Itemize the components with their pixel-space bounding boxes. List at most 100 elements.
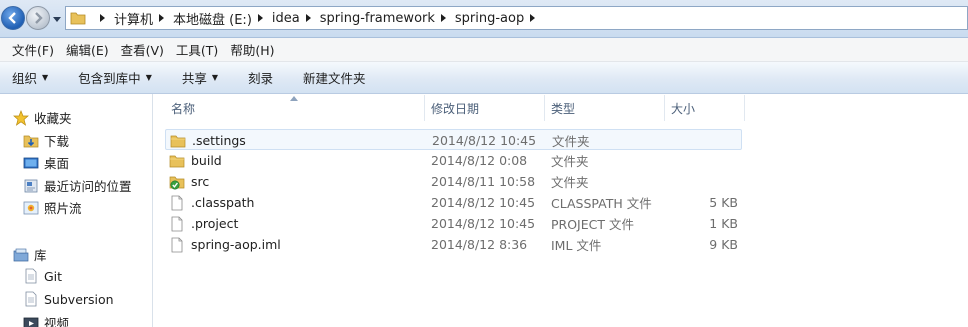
file-date: 2014/8/12 0:08 [431,153,528,168]
nav-videos[interactable]: 视频 [23,313,69,327]
column-header-size[interactable]: 大小 [665,95,745,121]
chevron-right-icon[interactable] [528,14,536,22]
menu-file[interactable]: 文件(F) [12,40,54,59]
breadcrumb-local-disk[interactable]: 本地磁盘 (E:) [173,9,252,28]
file-row-classpath[interactable]: .classpath 2014/8/12 10:45 CLASSPATH 文件 … [165,192,742,213]
chevron-right-icon[interactable] [256,14,264,22]
nav-libraries[interactable]: 库 [13,245,47,264]
include-in-library-button[interactable]: 包含到库中 ▼ [78,68,152,87]
column-header-type[interactable]: 类型 [545,95,665,121]
file-row-project[interactable]: .project 2014/8/12 10:45 PROJECT 文件 1 KB [165,213,742,234]
nav-git-label: Git [44,268,63,284]
nav-recent-places-label: 最近访问的位置 [44,179,132,194]
nav-favorites[interactable]: 收藏夹 [13,108,72,127]
document-library-icon [25,268,37,284]
file-name-cell: .settings [170,130,246,151]
forward-button[interactable] [26,6,50,30]
breadcrumb-spring-framework[interactable]: spring-framework [320,11,435,26]
folder-icon [169,155,185,167]
burn-button[interactable]: 刻录 [248,68,273,87]
chevron-right-icon[interactable] [439,14,447,22]
nav-subversion[interactable]: Subversion [23,291,114,307]
chevron-right-icon[interactable] [304,14,312,22]
nav-photo-stream-label: 照片流 [44,201,82,216]
back-button[interactable] [1,6,25,30]
file-date: 2014/8/12 8:36 [431,237,528,252]
arrow-right-icon [35,12,43,24]
organize-label: 组织 [12,71,38,86]
chevron-right-icon[interactable] [157,14,165,22]
menu-tools[interactable]: 工具(T) [176,40,218,59]
new-folder-label: 新建文件夹 [303,71,366,86]
address-bar[interactable]: 计算机 本地磁盘 (E:) idea spring-framework spri… [65,6,968,30]
file-icon [171,237,183,252]
desktop-icon [23,157,39,168]
recent-places-icon [24,179,38,192]
column-header-date-label: 修改日期 [431,101,480,116]
share-label: 共享 [181,71,207,86]
star-icon [13,109,29,126]
menu-bar: 文件(F) 编辑(E) 查看(V) 工具(T) 帮助(H) [0,38,968,62]
file-type: 文件夹 [551,175,589,190]
column-header-name[interactable]: 名称 [165,95,425,121]
file-row-build[interactable]: build 2014/8/12 0:08 文件夹 [165,150,742,171]
file-name-cell: .project [169,213,238,234]
folder-icon [170,135,186,147]
burn-label: 刻录 [248,71,274,86]
nav-downloads[interactable]: 下载 [23,131,69,150]
address-row: 计算机 本地磁盘 (E:) idea spring-framework spri… [0,0,968,38]
chevron-right-icon[interactable] [98,14,106,22]
navigation-pane: 收藏夹 下载 桌面 最近访问的位置 照片流 库 Git Subversion 视… [0,94,153,327]
column-header-size-label: 大小 [671,101,696,116]
column-header-type-label: 类型 [551,101,576,116]
caret-down-icon: ▼ [211,73,219,82]
nav-git[interactable]: Git [23,268,62,284]
file-type: CLASSPATH 文件 [551,196,652,211]
folder-sync-icon [169,176,185,189]
caret-down-icon: ▼ [42,73,49,82]
share-button[interactable]: 共享 ▼ [182,68,218,87]
file-date: 2014/8/12 10:45 [431,216,536,231]
nav-recent-places[interactable]: 最近访问的位置 [23,176,132,195]
file-type: 文件夹 [552,134,590,149]
menu-help[interactable]: 帮助(H) [230,40,274,59]
file-date: 2014/8/11 10:58 [431,174,536,189]
caret-down-icon: ▼ [145,73,152,82]
file-name: build [191,153,222,168]
file-size: 9 KB [709,237,738,252]
file-size: 5 KB [709,195,738,210]
file-row-settings[interactable]: .settings 2014/8/12 10:45 文件夹 [165,129,742,150]
breadcrumb-idea[interactable]: idea [272,11,300,26]
organize-button[interactable]: 组织 ▼ [12,68,48,87]
video-library-icon [23,317,39,327]
file-icon [171,216,183,231]
breadcrumb-spring-aop[interactable]: spring-aop [455,11,524,26]
nav-libraries-label: 库 [34,248,47,263]
library-icon [13,248,29,261]
file-name: .project [191,216,239,231]
document-library-icon [25,291,37,307]
file-name: .settings [192,133,246,148]
recent-pages-dropdown-icon[interactable] [53,15,61,23]
file-name-cell: spring-aop.iml [169,234,281,255]
file-size [677,171,738,192]
file-size [678,130,739,151]
nav-downloads-label: 下载 [44,134,70,149]
command-bar: 组织 ▼ 包含到库中 ▼ 共享 ▼ 刻录 新建文件夹 [0,62,968,94]
download-folder-icon [23,135,39,147]
nav-videos-label: 视频 [44,316,70,327]
new-folder-button[interactable]: 新建文件夹 [303,68,366,87]
include-in-library-label: 包含到库中 [78,71,141,86]
nav-favorites-label: 收藏夹 [34,111,72,126]
nav-desktop[interactable]: 桌面 [23,153,69,172]
file-name-cell: src [169,171,209,192]
breadcrumb-computer[interactable]: 计算机 [114,9,153,28]
column-header-date[interactable]: 修改日期 [425,95,545,121]
file-icon [171,195,183,210]
menu-edit[interactable]: 编辑(E) [66,40,109,59]
nav-photo-stream[interactable]: 照片流 [23,198,82,217]
file-row-src[interactable]: src 2014/8/11 10:58 文件夹 [165,171,742,192]
menu-view[interactable]: 查看(V) [121,40,164,59]
file-name: src [191,174,210,189]
file-row-spring-aop-iml[interactable]: spring-aop.iml 2014/8/12 8:36 IML 文件 9 K… [165,234,742,255]
